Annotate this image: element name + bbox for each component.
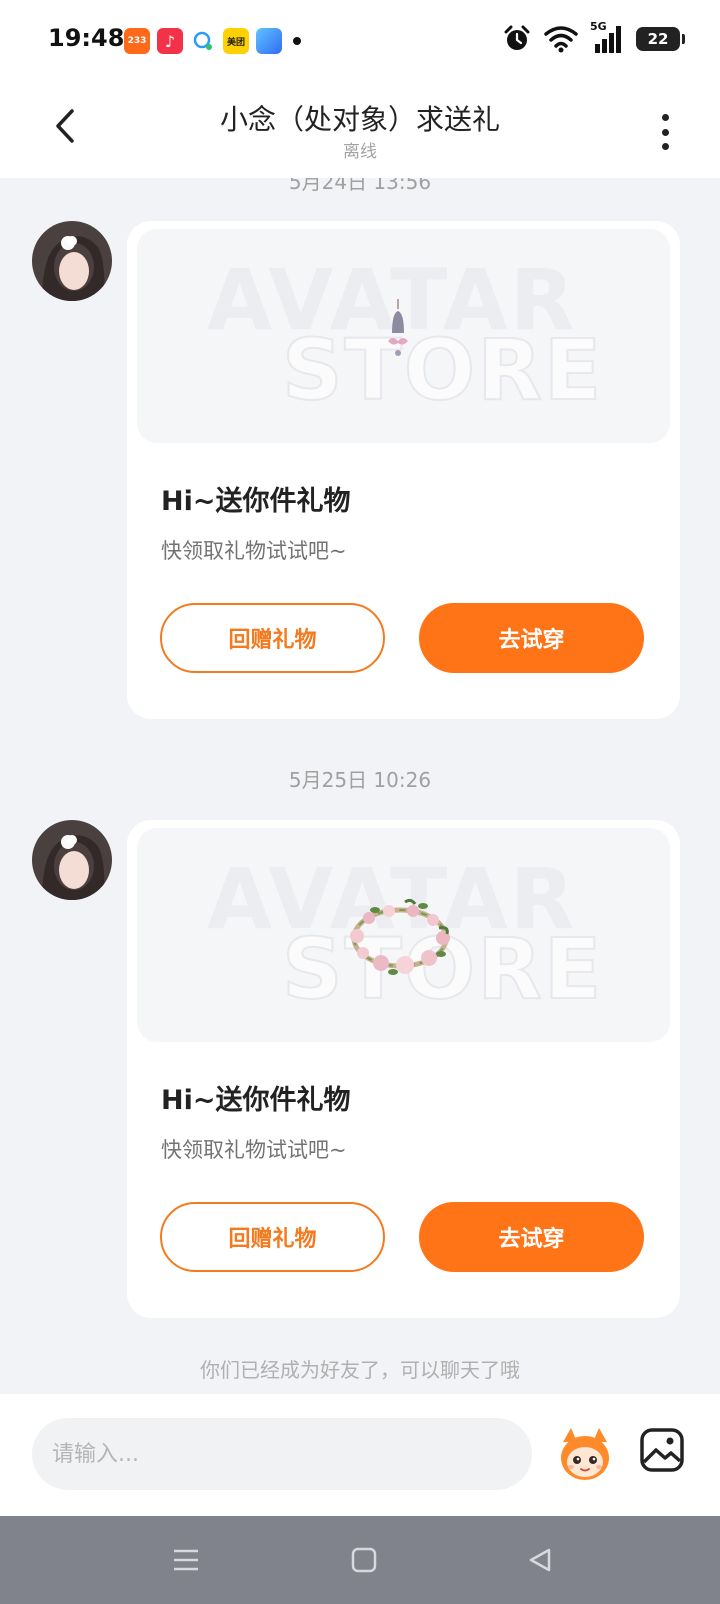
music-app-icon: ♪: [157, 28, 183, 54]
return-gift-button[interactable]: 回赠礼物: [160, 603, 385, 673]
recent-apps-button[interactable]: [166, 1540, 206, 1580]
app-233-icon: 233: [124, 28, 150, 54]
system-hint: 你们已经成为好友了，可以聊天了哦: [200, 1358, 520, 1382]
mascot-icon: [561, 1428, 609, 1480]
system-navigation-bar: [0, 1516, 720, 1604]
message-input[interactable]: [32, 1418, 532, 1490]
chat-messages[interactable]: 5月24日 13:56 AVATAR STORE Hi~送你件礼物 快领取礼物试…: [0, 178, 720, 1394]
gift-card[interactable]: AVATAR STORE Hi~送你件礼物 快领取礼物试试吧~ 回赠礼物 去试穿: [127, 820, 680, 1318]
mascot-sticker-button[interactable]: [555, 1424, 615, 1484]
message-timestamp: 5月25日 10:26: [288, 768, 432, 792]
gift-preview[interactable]: AVATAR STORE: [137, 828, 670, 1042]
status-time: 19:48: [48, 24, 125, 52]
gift-preview[interactable]: AVATAR STORE: [137, 229, 670, 443]
more-notifications-dot: [293, 37, 301, 45]
alarm-icon: [504, 25, 530, 50]
more-dot: [661, 128, 669, 136]
return-gift-button[interactable]: 回赠礼物: [160, 1202, 385, 1272]
gift-card[interactable]: AVATAR STORE Hi~送你件礼物 快领取礼物试试吧~ 回赠礼物 去试穿: [127, 221, 680, 719]
blue-app-icon: [256, 28, 282, 54]
more-options-button[interactable]: [650, 110, 680, 154]
meituan-icon: 美团: [223, 28, 249, 54]
avatar[interactable]: [32, 221, 112, 301]
chat-app-icon: [190, 28, 216, 54]
message-input-bar: [0, 1394, 720, 1516]
back-nav-button[interactable]: [520, 1540, 560, 1580]
more-dots-icon: [661, 114, 669, 121]
card-title: Hi~送你件礼物: [161, 486, 351, 517]
image-button[interactable]: [638, 1426, 686, 1474]
image-icon: [640, 1428, 684, 1472]
try-on-button[interactable]: 去试穿: [419, 1202, 644, 1272]
system-icons: 5G 22: [502, 20, 685, 54]
try-on-button[interactable]: 去试穿: [419, 603, 644, 673]
cellular-signal-icon: 5G: [590, 20, 624, 54]
home-button[interactable]: [344, 1540, 384, 1580]
notification-icons: 233 ♪ 美团: [124, 28, 301, 54]
card-description: 快领取礼物试试吧~: [161, 1138, 347, 1162]
menu-icon: [174, 1549, 198, 1571]
flower-crown-icon: [350, 898, 450, 975]
square-icon: [351, 1547, 377, 1573]
status-bar: 19:48 233 ♪ 美团 5G 22: [0, 0, 720, 82]
triangle-back-icon: [529, 1548, 551, 1572]
online-status: 离线: [343, 142, 377, 162]
wifi-icon: [544, 26, 578, 53]
more-dot: [661, 143, 669, 150]
bell-ornament-icon: [388, 299, 408, 356]
watermark-store: STORE: [281, 320, 604, 420]
chat-header: 小念（处对象）求送礼 离线: [0, 82, 720, 178]
battery-indicator: 22: [636, 27, 685, 51]
card-title: Hi~送你件礼物: [161, 1085, 351, 1116]
page-title: 小念（处对象）求送礼: [219, 103, 500, 136]
avatar[interactable]: [32, 820, 112, 900]
card-description: 快领取礼物试试吧~: [161, 539, 347, 563]
message-timestamp: 5月24日 13:56: [288, 178, 432, 194]
